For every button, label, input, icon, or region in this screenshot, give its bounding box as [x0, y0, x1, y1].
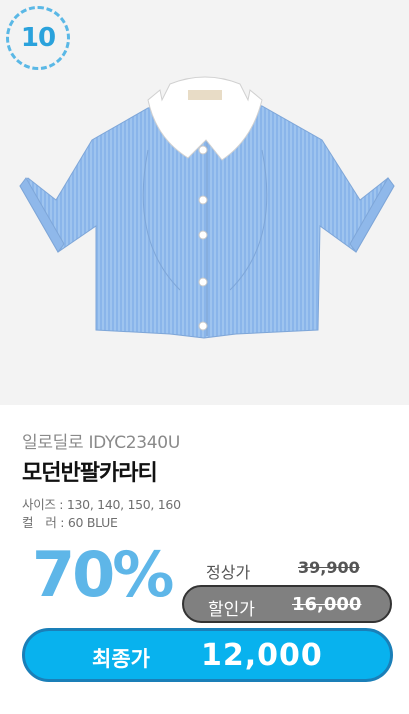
regular-price: 39,900 — [298, 558, 360, 577]
final-price-button[interactable]: 최종가 12,000 — [22, 628, 393, 682]
rank-badge: 10 — [6, 6, 70, 70]
sale-price: 16,000 — [292, 594, 362, 615]
final-price: 12,000 — [201, 638, 323, 673]
product-name[interactable]: 모던반팔카라티 — [22, 455, 158, 487]
color-option: 컬 러 : 60 BLUE — [22, 515, 118, 530]
product-card[interactable]: 10 일로딜로 IDYC2340U 모던반팔카라티 사이즈 : 130, 140… — [0, 0, 409, 714]
shirt-image — [19, 76, 395, 339]
rank-number: 10 — [20, 23, 56, 53]
brand-model: 일로딜로 IDYC2340U — [22, 433, 180, 453]
final-price-label: 최종가 — [92, 647, 150, 671]
size-options: 사이즈 : 130, 140, 150, 160 — [22, 497, 181, 512]
sale-price-pill: 할인가 16,000 — [182, 585, 392, 623]
product-image[interactable]: 10 — [0, 0, 409, 405]
regular-price-label: 정상가 — [206, 563, 251, 582]
discount-rate: 70% — [32, 538, 174, 611]
sale-price-label: 할인가 — [208, 600, 255, 620]
